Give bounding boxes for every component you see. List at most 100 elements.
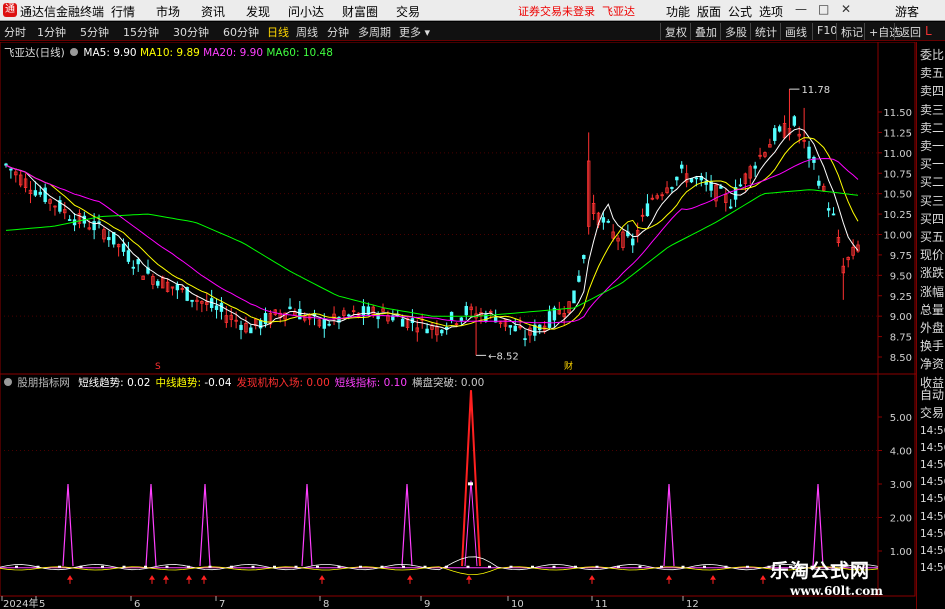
y-tick-label: 11.25 bbox=[883, 128, 912, 139]
menu-news[interactable]: 资讯 bbox=[201, 3, 225, 20]
y-tick-label: 9.50 bbox=[890, 271, 912, 282]
tab-daily[interactable]: 日线 bbox=[267, 24, 289, 40]
candle-down bbox=[728, 206, 733, 209]
candle-down bbox=[464, 305, 468, 316]
signal-dot bbox=[488, 565, 491, 568]
guest-label[interactable]: 游客 bbox=[895, 3, 919, 20]
y-tick-label: 4.00 bbox=[890, 447, 912, 458]
candle-down bbox=[175, 284, 180, 291]
menu-market[interactable]: 市场 bbox=[156, 3, 180, 20]
panel-label: 总量 bbox=[920, 302, 945, 317]
signal-dot bbox=[703, 565, 706, 568]
mark-button[interactable]: 标记 bbox=[836, 23, 867, 40]
candle-down bbox=[440, 329, 444, 334]
marker-cai: 财 bbox=[564, 360, 573, 372]
panel-label: 14:56 bbox=[920, 527, 945, 540]
buy-arrow-icon bbox=[407, 575, 413, 580]
y-tick-label: 11.50 bbox=[883, 108, 912, 119]
draw-line-button[interactable]: 画线 bbox=[780, 23, 811, 40]
candle-down bbox=[606, 220, 610, 223]
menu-function[interactable]: 功能 bbox=[666, 3, 690, 20]
signal-dot bbox=[746, 565, 749, 568]
ma20-line bbox=[5, 157, 859, 324]
candle-down bbox=[680, 164, 684, 169]
panel-marker: L bbox=[925, 24, 932, 38]
signal-dot bbox=[208, 565, 212, 568]
candle-down bbox=[582, 254, 586, 259]
indicator-title: 股朋指标网 短线趋势: 0.02 中线趋势: -0.04 发现机构入场: 0.00 短… bbox=[4, 375, 484, 390]
x-tick-label: 12 bbox=[686, 599, 699, 609]
ma5-line bbox=[5, 127, 859, 333]
menu-discover[interactable]: 发现 bbox=[246, 3, 270, 20]
indicator-item: 短线指标: 0.10 bbox=[334, 377, 408, 389]
tab-5min[interactable]: 5分钟 bbox=[80, 24, 109, 40]
candle-down bbox=[121, 243, 126, 252]
x-tick-label: 6 bbox=[134, 599, 140, 609]
menu-layout[interactable]: 版面 bbox=[697, 3, 721, 20]
tab-60min[interactable]: 60分钟 bbox=[223, 24, 259, 40]
close-icon[interactable]: ✕ bbox=[841, 2, 851, 16]
back-button[interactable]: 返回 bbox=[894, 23, 925, 40]
multistock-button[interactable]: 多股 bbox=[720, 23, 751, 40]
signal-spike bbox=[301, 483, 313, 567]
minimize-icon[interactable]: — bbox=[795, 2, 807, 16]
menu-options[interactable]: 选项 bbox=[759, 3, 783, 20]
maximize-icon[interactable]: □ bbox=[818, 2, 829, 16]
tab-weekly[interactable]: 周线 bbox=[296, 24, 318, 40]
chart-area[interactable]: 11.50 11.25 11.00 10.75 10.50 10.25 10.00 9.75 9… bbox=[0, 42, 916, 609]
signal-dot bbox=[79, 565, 83, 568]
signal-dot bbox=[531, 565, 534, 568]
candle-down bbox=[577, 275, 581, 282]
chevron-down-icon: ▾ bbox=[421, 26, 431, 39]
tab-more[interactable]: 更多 ▾ bbox=[399, 24, 430, 40]
signal-spike bbox=[401, 483, 413, 567]
signal-dot bbox=[101, 565, 104, 568]
signal-dot bbox=[36, 565, 40, 568]
menu-quotes[interactable]: 行情 bbox=[111, 3, 135, 20]
tab-timeshare[interactable]: 分时 bbox=[4, 24, 26, 40]
restore-rights-button[interactable]: 复权 bbox=[660, 23, 691, 40]
tab-multiperiod[interactable]: 多周期 bbox=[358, 24, 391, 40]
tab-minute[interactable]: 分钟 bbox=[327, 24, 349, 40]
panel-label: 卖二 bbox=[920, 120, 945, 135]
candle-down bbox=[817, 180, 821, 186]
menu-ask[interactable]: 问小达 bbox=[288, 3, 324, 20]
candle-down bbox=[107, 237, 111, 241]
candle-down bbox=[249, 327, 253, 334]
buy-arrow-icon bbox=[760, 575, 766, 580]
overlay-button[interactable]: 叠加 bbox=[690, 23, 721, 40]
candle-down bbox=[347, 314, 351, 317]
signal-dot bbox=[58, 565, 61, 568]
x-tick-label: 5 bbox=[39, 599, 45, 609]
candle-down bbox=[400, 318, 405, 327]
candle-down bbox=[126, 250, 131, 262]
indicator-name: 股朋指标网 bbox=[17, 377, 70, 389]
stock-tag: 飞亚达 bbox=[602, 5, 635, 18]
menu-wealth[interactable]: 财富圈 bbox=[342, 3, 378, 20]
panel-label: 14:56 bbox=[920, 561, 945, 574]
signal-dot bbox=[466, 565, 470, 568]
settings-dot-icon[interactable] bbox=[4, 378, 12, 386]
menu-trade[interactable]: 交易 bbox=[396, 3, 420, 20]
login-alert[interactable]: 证券交易未登录 飞亚达 bbox=[518, 3, 635, 19]
y-tick-label: 10.00 bbox=[883, 231, 912, 242]
signal-dot bbox=[144, 565, 147, 568]
panel-label: 卖一 bbox=[920, 139, 945, 153]
panel-label: 卖五 bbox=[920, 66, 945, 81]
tab-1min[interactable]: 1分钟 bbox=[37, 24, 66, 40]
candle-down bbox=[753, 165, 757, 169]
candle-down bbox=[67, 219, 72, 221]
tab-30min[interactable]: 30分钟 bbox=[173, 24, 209, 40]
candle-down bbox=[43, 187, 47, 202]
signal-dot bbox=[617, 565, 620, 568]
panel-label: 涨幅 bbox=[920, 284, 945, 299]
stats-button[interactable]: 统计 bbox=[750, 23, 781, 40]
candle-down bbox=[601, 217, 606, 223]
panel-label: 净资 bbox=[920, 357, 945, 372]
signal-dot bbox=[251, 565, 255, 568]
tab-15min[interactable]: 15分钟 bbox=[123, 24, 159, 40]
menu-formula[interactable]: 公式 bbox=[728, 3, 752, 20]
x-tick-label: 11 bbox=[595, 599, 608, 609]
settings-dot-icon[interactable] bbox=[70, 48, 79, 56]
candle-down bbox=[631, 238, 635, 246]
